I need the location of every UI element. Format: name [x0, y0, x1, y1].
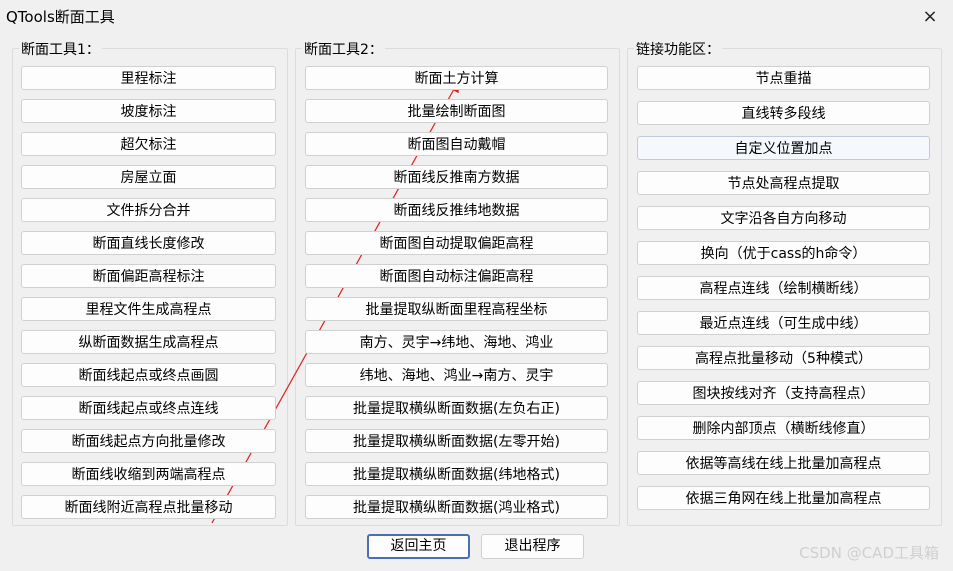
link-button[interactable]: 节点处高程点提取	[637, 171, 930, 195]
group2-button[interactable]: 南方、灵宇→纬地、海地、鸿业	[305, 330, 608, 354]
group1-button[interactable]: 文件拆分合并	[21, 198, 276, 222]
close-icon[interactable]: ×	[919, 6, 941, 28]
group-label: 断面工具2：	[302, 39, 385, 59]
group1-button[interactable]: 断面线起点或终点画圆	[21, 363, 276, 387]
link-button[interactable]: 高程点批量移动（5种模式）	[637, 346, 930, 370]
link-button[interactable]: 高程点连线（绘制横断线）	[637, 276, 930, 300]
group1-button[interactable]: 断面线收缩到两端高程点	[21, 462, 276, 486]
group1-button[interactable]: 里程标注	[21, 66, 276, 90]
group2-button[interactable]: 纬地、海地、鸿业→南方、灵宇	[305, 363, 608, 387]
link-button[interactable]: 文字沿各自方向移动	[637, 206, 930, 230]
group1-button[interactable]: 断面线起点或终点连线	[21, 396, 276, 420]
link-button[interactable]: 图块按线对齐（支持高程点）	[637, 381, 930, 405]
link-button[interactable]: 最近点连线（可生成中线）	[637, 311, 930, 335]
link-button[interactable]: 依据三角网在线上批量加高程点	[637, 486, 930, 510]
link-button[interactable]: 直线转多段线	[637, 101, 930, 125]
group2-button[interactable]: 断面线反推纬地数据	[305, 198, 608, 222]
group2-button[interactable]: 批量提取横纵断面数据(鸿业格式)	[305, 495, 608, 519]
group2-button[interactable]: 断面线反推南方数据	[305, 165, 608, 189]
link-button[interactable]: 换向（优于cass的h命令）	[637, 241, 930, 265]
group1-button[interactable]: 断面线附近高程点批量移动	[21, 495, 276, 519]
exit-program-button[interactable]: 退出程序	[481, 534, 584, 559]
group-label: 断面工具1：	[19, 39, 102, 59]
link-button[interactable]: 节点重描	[637, 66, 930, 90]
group1-button[interactable]: 坡度标注	[21, 99, 276, 123]
window-title: QTools断面工具	[6, 8, 115, 26]
group1-button[interactable]: 断面偏距高程标注	[21, 264, 276, 288]
group1-button[interactable]: 纵断面数据生成高程点	[21, 330, 276, 354]
group2-button[interactable]: 批量提取纵断面里程高程坐标	[305, 297, 608, 321]
group2-button[interactable]: 断面图自动戴帽	[305, 132, 608, 156]
group2-button[interactable]: 断面土方计算	[305, 66, 608, 90]
link-button[interactable]: 依据等高线在线上批量加高程点	[637, 451, 930, 475]
group1-button[interactable]: 房屋立面	[21, 165, 276, 189]
link-button[interactable]: 删除内部顶点（横断线修直）	[637, 416, 930, 440]
watermark-text: CSDN @CAD工具箱	[799, 544, 939, 562]
group2-button[interactable]: 断面图自动提取偏距高程	[305, 231, 608, 255]
group-label: 链接功能区：	[634, 39, 722, 59]
group2-button[interactable]: 批量提取横纵断面数据(左负右正)	[305, 396, 608, 420]
group1-button[interactable]: 超欠标注	[21, 132, 276, 156]
group1-button[interactable]: 断面直线长度修改	[21, 231, 276, 255]
group2-button[interactable]: 断面图自动标注偏距高程	[305, 264, 608, 288]
group2-button[interactable]: 批量提取横纵断面数据(左零开始)	[305, 429, 608, 453]
link-button[interactable]: 自定义位置加点	[637, 136, 930, 160]
group2-button[interactable]: 批量绘制断面图	[305, 99, 608, 123]
title-bar: QTools断面工具 ×	[0, 0, 953, 34]
group1-button[interactable]: 断面线起点方向批量修改	[21, 429, 276, 453]
back-to-home-button[interactable]: 返回主页	[367, 534, 470, 559]
group1-button[interactable]: 里程文件生成高程点	[21, 297, 276, 321]
group2-button[interactable]: 批量提取横纵断面数据(纬地格式)	[305, 462, 608, 486]
